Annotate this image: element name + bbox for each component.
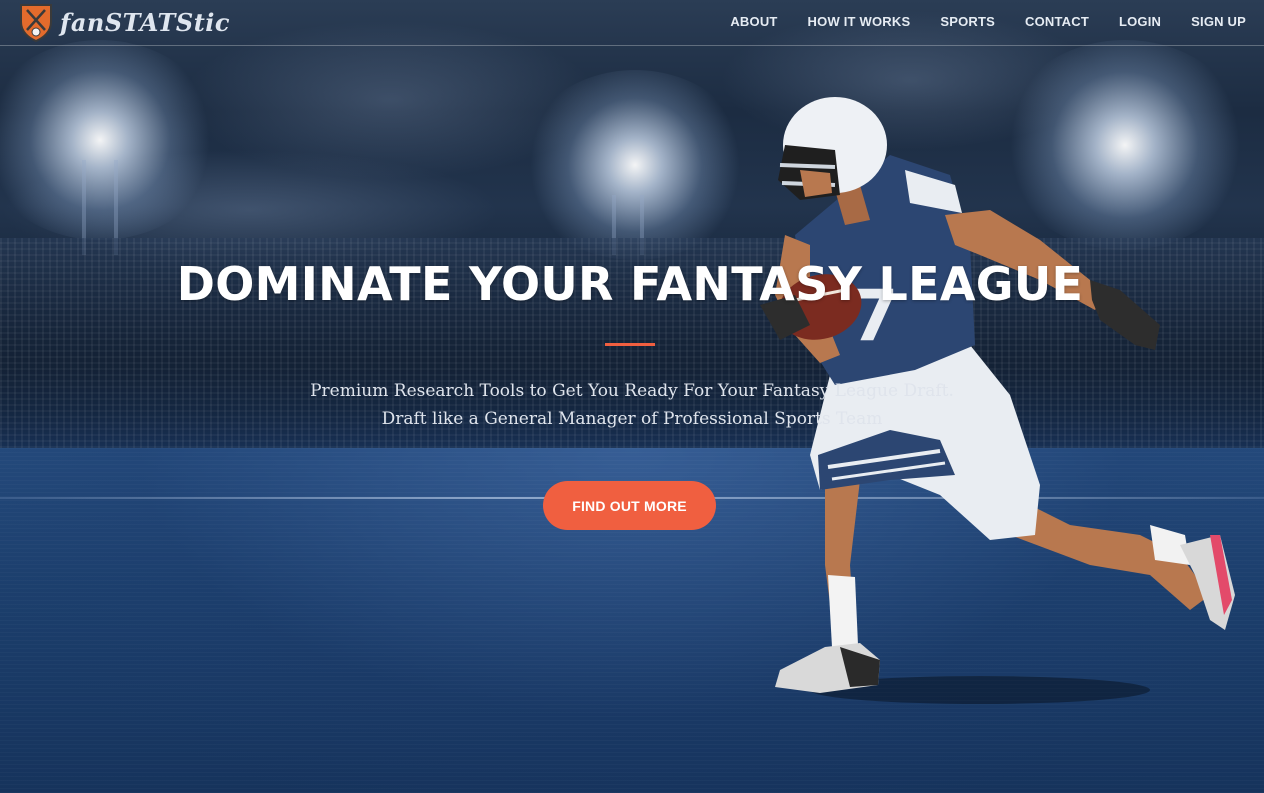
hero-subtitle-line-1: Premium Research Tools to Get You Ready … xyxy=(310,381,954,401)
top-navbar: fanSTATStic ABOUT HOW IT WORKS SPORTS CO… xyxy=(0,0,1264,46)
crossed-bats-shield-icon xyxy=(20,4,52,42)
hero-subtitle-line-2: Draft like a General Manager of Professi… xyxy=(381,409,883,429)
hero-section: 7 fanSTATStic ABOUT HOW IT WORKS SPORTS … xyxy=(0,0,1264,793)
nav-about[interactable]: ABOUT xyxy=(730,14,777,29)
stadium-light-center xyxy=(520,70,750,260)
brand-name: fanSTATStic xyxy=(60,7,231,37)
nav-contact[interactable]: CONTACT xyxy=(1025,14,1089,29)
nav-sports[interactable]: SPORTS xyxy=(940,14,995,29)
find-out-more-button[interactable]: FIND OUT MORE xyxy=(543,481,716,530)
brand-logo-link[interactable]: fanSTATStic xyxy=(18,2,230,42)
hero-headline: DOMINATE YOUR FANTASY LEAGUE xyxy=(176,257,1084,311)
nav-menu: ABOUT HOW IT WORKS SPORTS CONTACT LOGIN … xyxy=(700,0,1246,42)
nav-login[interactable]: LOGIN xyxy=(1119,14,1161,29)
nav-how-it-works[interactable]: HOW IT WORKS xyxy=(808,14,911,29)
accent-divider xyxy=(605,343,655,346)
hero-subtitle: Premium Research Tools to Get You Ready … xyxy=(0,377,1264,433)
nav-sign-up[interactable]: SIGN UP xyxy=(1191,14,1246,29)
